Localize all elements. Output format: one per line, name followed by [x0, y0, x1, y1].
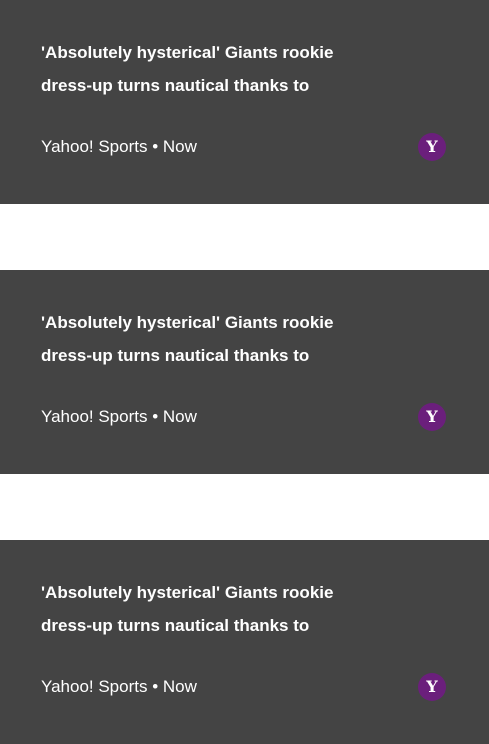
news-meta: Yahoo! Sports • Now	[41, 676, 197, 698]
headline-line-1: 'Absolutely hysterical' Giants rookie	[41, 313, 334, 332]
news-meta: Yahoo! Sports • Now	[41, 136, 197, 158]
news-source: Yahoo! Sports	[41, 677, 148, 696]
news-time: Now	[162, 677, 197, 696]
headline-line-2: dress-up turns nautical thanks to	[41, 76, 310, 95]
yahoo-logo-icon: Y	[418, 673, 446, 701]
headline-line-2: dress-up turns nautical thanks to	[41, 346, 310, 365]
meta-separator: •	[152, 677, 159, 696]
headline-line-1: 'Absolutely hysterical' Giants rookie	[41, 583, 334, 602]
news-card[interactable]: 'Absolutely hysterical' Giants rookie dr…	[0, 0, 489, 204]
headline-line-2: dress-up turns nautical thanks to	[41, 616, 310, 635]
meta-separator: •	[152, 407, 159, 426]
headline-line-1: 'Absolutely hysterical' Giants rookie	[41, 43, 334, 62]
news-headline[interactable]: 'Absolutely hysterical' Giants rookie dr…	[41, 576, 401, 642]
news-source: Yahoo! Sports	[41, 137, 148, 156]
news-meta: Yahoo! Sports • Now	[41, 406, 197, 428]
news-source: Yahoo! Sports	[41, 407, 148, 426]
news-card[interactable]: 'Absolutely hysterical' Giants rookie dr…	[0, 540, 489, 744]
news-headline[interactable]: 'Absolutely hysterical' Giants rookie dr…	[41, 306, 401, 372]
logo-glyph: Y	[426, 677, 438, 696]
meta-separator: •	[152, 137, 159, 156]
news-card[interactable]: 'Absolutely hysterical' Giants rookie dr…	[0, 270, 489, 474]
yahoo-logo-icon: Y	[418, 133, 446, 161]
news-time: Now	[162, 407, 197, 426]
logo-glyph: Y	[426, 407, 438, 426]
logo-glyph: Y	[426, 137, 438, 156]
news-time: Now	[162, 137, 197, 156]
news-headline[interactable]: 'Absolutely hysterical' Giants rookie dr…	[41, 36, 401, 102]
yahoo-logo-icon: Y	[418, 403, 446, 431]
